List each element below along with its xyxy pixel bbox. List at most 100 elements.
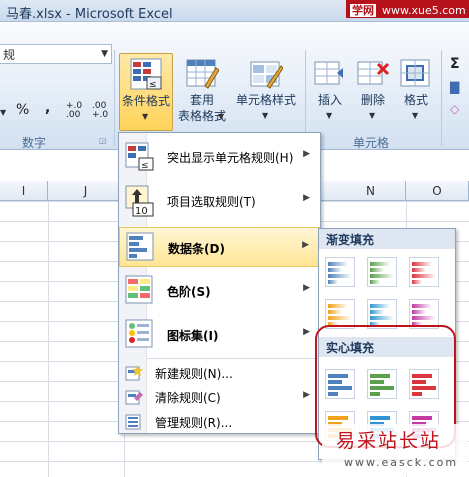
insert-cells-button[interactable]: 插入 ▼ <box>309 53 351 131</box>
new-rule-icon <box>125 365 143 381</box>
chevron-down-icon: ▼ <box>369 111 376 120</box>
watermark-top-url: www.xue5.com <box>382 4 466 17</box>
chevron-down-icon: ▼ <box>142 112 149 121</box>
watermark-bottom-url: www.easck.com <box>344 456 459 469</box>
currency-dropdown-icon[interactable]: ▼ <box>0 108 6 117</box>
gradient-databar-option-3[interactable] <box>409 257 439 287</box>
menu-item-data-bars[interactable]: 数据条(D) ▶ <box>119 227 320 267</box>
menu-item-label: 色阶(S) <box>167 285 211 299</box>
manage-rules-icon <box>125 414 141 430</box>
menu-item-color-scales[interactable]: 色阶(S) ▶ <box>119 271 320 311</box>
databar-swatch <box>412 280 422 284</box>
clear-rules-icon <box>125 390 143 405</box>
menu-item-label: 数据条(D) <box>168 242 225 256</box>
databar-swatch <box>370 280 380 284</box>
menu-item-label: 突出显示单元格规则(H) <box>167 151 294 165</box>
icon-sets-icon <box>125 319 153 348</box>
databar-swatch <box>412 274 436 278</box>
gradient-fill-gallery <box>319 249 455 337</box>
databar-swatch <box>328 316 352 320</box>
delete-cells-icon <box>357 61 390 85</box>
svg-text:10: 10 <box>135 206 148 217</box>
format-as-table-icon <box>186 59 219 89</box>
databar-swatch <box>412 304 432 308</box>
decrease-decimal-button[interactable]: .00 +.0 <box>92 102 112 120</box>
group-divider <box>114 50 115 146</box>
clear-icon[interactable]: ◇ <box>450 102 459 116</box>
gradient-databar-option-1[interactable] <box>325 257 355 287</box>
cell-styles-icon <box>250 61 283 89</box>
menu-item-icon-sets[interactable]: 图标集(I) ▶ <box>119 315 320 355</box>
chevron-right-icon: ▶ <box>303 193 310 203</box>
menu-item-top-bottom-rules[interactable]: 10 项目选取规则(T) ▶ <box>119 181 320 221</box>
menu-item-label: 图标集(I) <box>167 329 219 343</box>
gradient-databar-option-2[interactable] <box>367 257 397 287</box>
menu-item-clear-rules[interactable]: 清除规则(C) ▶ <box>119 386 320 408</box>
chevron-down-icon: ▼ <box>101 49 108 59</box>
sum-icon[interactable]: Σ <box>450 56 460 72</box>
color-scales-icon <box>125 275 153 304</box>
data-bars-icon <box>126 232 154 261</box>
delete-cells-button[interactable]: 删除 ▼ <box>352 53 394 131</box>
group-divider <box>441 50 442 146</box>
menu-item-label: 管理规则(R)... <box>155 416 233 430</box>
databar-swatch <box>328 268 342 272</box>
svg-text:≤: ≤ <box>141 161 149 171</box>
databar-swatch <box>412 268 426 272</box>
databar-swatch <box>370 304 390 308</box>
cells-group-label: 单元格 <box>353 136 390 150</box>
databar-swatch <box>412 310 426 314</box>
fill-icon[interactable]: ▇ <box>450 80 459 94</box>
dialog-launcher-icon[interactable]: ◲ <box>99 136 107 145</box>
number-format-dropdown[interactable]: 规 ▼ <box>0 44 112 64</box>
menu-item-new-rule[interactable]: 新建规则(N)... <box>119 362 320 384</box>
databar-swatch <box>328 304 348 308</box>
menu-item-label: 项目选取规则(T) <box>167 195 256 209</box>
watermark-badge: 学网 <box>350 4 376 17</box>
column-header-i[interactable]: I <box>0 181 48 201</box>
conditional-formatting-label: 条件格式 <box>121 94 170 108</box>
grid-line <box>48 201 49 477</box>
watermark-top: 学网 www.xue5.com <box>346 0 469 18</box>
gradient-fill-header: 渐变填充 <box>319 229 455 249</box>
number-group-label: 数字 <box>22 136 47 150</box>
menu-item-manage-rules[interactable]: 管理规则(R)... <box>119 411 320 433</box>
databar-swatch <box>328 274 352 278</box>
format-cells-icon <box>400 59 430 87</box>
databar-swatch <box>370 268 384 272</box>
databar-swatch <box>370 310 384 314</box>
watermark-site-name: 易采站长站 <box>336 430 442 452</box>
databar-swatch <box>328 262 348 266</box>
percent-button[interactable]: % <box>16 102 29 120</box>
databar-swatch <box>370 274 394 278</box>
insert-cells-icon <box>314 61 343 85</box>
column-header-n[interactable]: N <box>320 181 406 201</box>
conditional-formatting-icon: ≤ <box>130 58 162 90</box>
chevron-right-icon: ▶ <box>303 283 310 293</box>
column-header-j[interactable]: J <box>48 181 124 201</box>
number-format-value: 规 <box>3 48 16 62</box>
top-bottom-rules-icon: 10 <box>125 185 154 217</box>
databar-swatch <box>412 316 436 320</box>
format-as-table-button[interactable]: 套用 表格格式 ▼ <box>174 53 230 131</box>
chevron-right-icon: ▶ <box>303 327 310 337</box>
insert-label: 插入 <box>317 93 342 107</box>
conditional-formatting-button[interactable]: ≤ 条件格式 ▼ <box>119 53 173 131</box>
format-label: 格式 <box>403 93 428 107</box>
chevron-down-icon: ▼ <box>412 111 419 120</box>
chevron-down-icon: ▼ <box>326 111 333 120</box>
chevron-down-icon: ▼ <box>218 112 225 121</box>
chevron-right-icon: ▶ <box>303 390 310 400</box>
format-cells-button[interactable]: 格式 ▼ <box>395 53 437 131</box>
menu-item-label: 清除规则(C) <box>155 391 221 405</box>
delete-label: 删除 <box>360 93 385 107</box>
increase-decimal-button[interactable]: +.0 .00 <box>66 102 86 120</box>
window-title: 马春.xlsx - Microsoft Excel <box>6 7 173 22</box>
highlight-cells-rules-icon: ≤ <box>125 142 154 171</box>
column-header-o[interactable]: O <box>406 181 469 201</box>
comma-button[interactable]: , <box>45 100 50 118</box>
databar-swatch <box>328 310 342 314</box>
menu-item-highlight-cells-rules[interactable]: ≤ 突出显示单元格规则(H) ▶ <box>119 137 320 177</box>
cell-styles-button[interactable]: 单元格样式 ▼ <box>232 53 300 131</box>
chevron-right-icon: ▶ <box>303 149 310 159</box>
